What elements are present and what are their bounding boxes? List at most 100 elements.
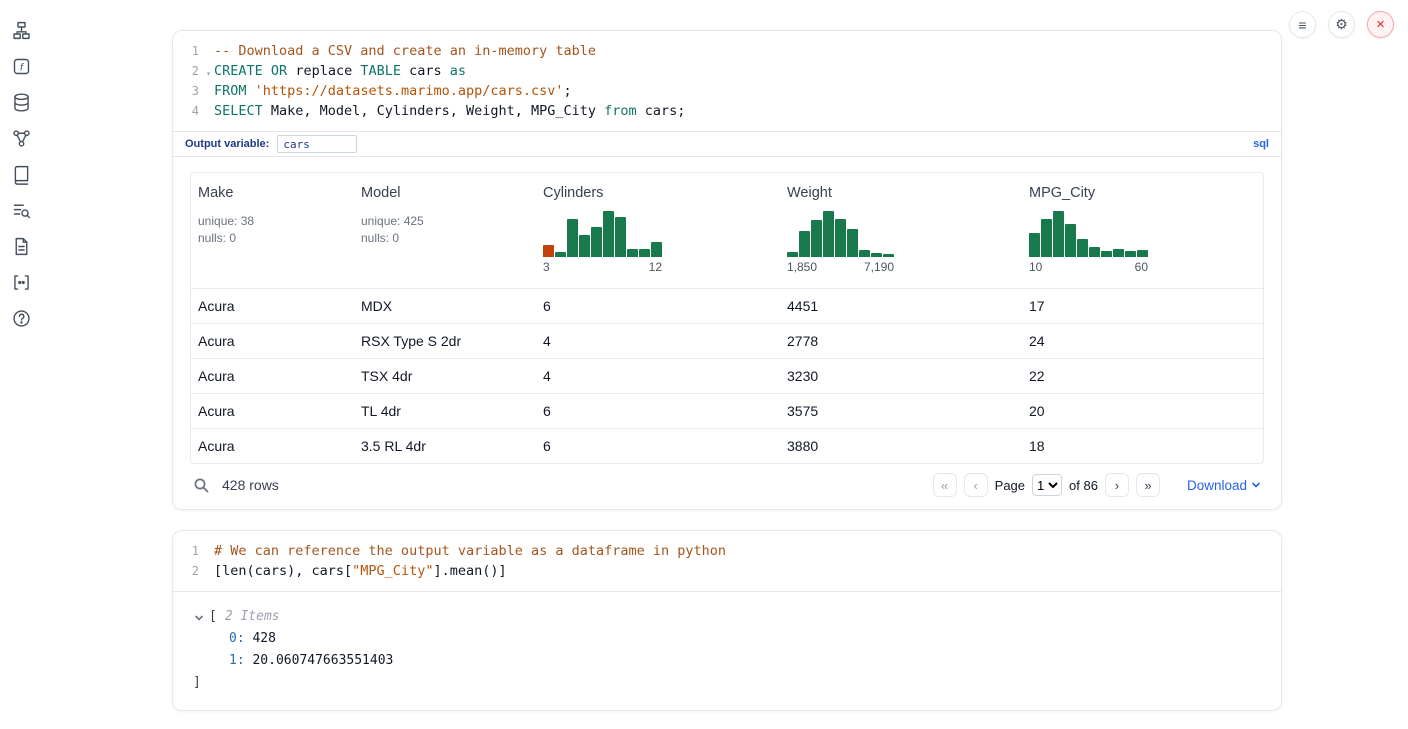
function-icon: f — [11, 56, 32, 77]
next-page-button[interactable]: › — [1105, 473, 1129, 497]
table-body: AcuraMDX6445117AcuraRSX Type S 2dr427782… — [191, 288, 1263, 463]
chevron-down-icon — [194, 613, 204, 623]
table-row[interactable]: AcuraTL 4dr6357520 — [191, 393, 1263, 428]
table-header-row: Makeunique: 38nulls: 0Modelunique: 425nu… — [191, 173, 1263, 288]
snippets-button[interactable] — [10, 272, 33, 295]
page-total: of 86 — [1069, 478, 1098, 493]
file-explorer-button[interactable] — [10, 20, 33, 43]
table-row[interactable]: Acura3.5 RL 4dr6388018 — [191, 428, 1263, 463]
table-cell: TL 4dr — [354, 394, 536, 428]
table-row[interactable]: AcuraTSX 4dr4323022 — [191, 358, 1263, 393]
documentation-button[interactable] — [10, 164, 33, 187]
result-item: 0: 428 — [193, 628, 1265, 650]
table-cell: MDX — [354, 289, 536, 323]
python-cell-output: [ 2 Items 0: 4281: 20.060747663551403 ] — [173, 591, 1281, 710]
code-line: 1-- Download a CSV and create an in-memo… — [173, 41, 1267, 61]
output-variable-input[interactable] — [277, 135, 357, 153]
code-brackets-icon — [11, 272, 32, 293]
table-footer: 428 rows « ‹ Page 1 of 86 › » Downloa — [190, 473, 1264, 497]
settings-button[interactable]: ⚙ — [1328, 11, 1355, 38]
scratchpad-button[interactable]: f — [10, 56, 33, 79]
table-cell: 17 — [1022, 289, 1263, 323]
output-variable-label: Output variable: — [185, 138, 269, 150]
datasources-button[interactable] — [10, 92, 33, 115]
table-cell: 6 — [536, 289, 780, 323]
chevron-left-icon: ‹ — [973, 478, 977, 493]
table-cell: 3.5 RL 4dr — [354, 429, 536, 463]
table-cell: 6 — [536, 429, 780, 463]
table-cell: Acura — [191, 359, 354, 393]
last-page-button[interactable]: » — [1136, 473, 1160, 497]
table-cell: Acura — [191, 289, 354, 323]
line-number: 3 — [173, 81, 199, 101]
book-icon — [11, 164, 32, 185]
result-item: 1: 20.060747663551403 — [193, 650, 1265, 672]
table-row[interactable]: AcuraRSX Type S 2dr4277824 — [191, 323, 1263, 358]
table-cell: 6 — [536, 394, 780, 428]
sql-code-editor[interactable]: 1-- Download a CSV and create an in-memo… — [173, 31, 1281, 131]
sql-cell-output: Makeunique: 38nulls: 0Modelunique: 425nu… — [173, 157, 1281, 509]
result-entries: 0: 4281: 20.060747663551403 — [193, 628, 1265, 672]
table-cell: Acura — [191, 429, 354, 463]
code-line: 4SELECT Make, Model, Cylinders, Weight, … — [173, 101, 1267, 121]
table-of-contents-button[interactable] — [10, 200, 33, 223]
code-line: 3FROM 'https://datasets.marimo.app/cars.… — [173, 81, 1267, 101]
line-number: 4 — [173, 101, 199, 121]
search-icon[interactable] — [193, 477, 210, 494]
table-cell: 22 — [1022, 359, 1263, 393]
python-code-editor[interactable]: 1# We can reference the output variable … — [173, 531, 1281, 591]
prev-page-button[interactable]: ‹ — [964, 473, 988, 497]
dependency-graph-button[interactable] — [10, 128, 33, 151]
table-cell: 3230 — [780, 359, 1022, 393]
table-row[interactable]: AcuraMDX6445117 — [191, 288, 1263, 323]
line-number: 2 — [173, 61, 199, 81]
column-histogram[interactable]: 1,8507,190 — [787, 209, 894, 274]
line-number: 1 — [173, 41, 199, 61]
menu-button[interactable]: ≡ — [1289, 11, 1316, 38]
result-close: ] — [193, 672, 1265, 694]
help-icon — [11, 308, 32, 329]
close-icon: × — [1376, 16, 1385, 33]
output-variable-bar: Output variable: sql — [173, 131, 1281, 157]
file-tree-icon — [11, 20, 32, 41]
download-label: Download — [1187, 478, 1247, 493]
column-histogram[interactable]: 1060 — [1029, 209, 1148, 274]
table-cell: 4 — [536, 324, 780, 358]
close-bracket: ] — [193, 672, 201, 694]
first-page-button[interactable]: « — [933, 473, 957, 497]
column-histogram[interactable]: 312 — [543, 209, 662, 274]
double-chevron-left-icon: « — [941, 478, 948, 493]
graph-icon — [11, 128, 32, 149]
column-header[interactable]: Weight1,8507,190 — [780, 185, 1022, 276]
logs-button[interactable] — [10, 236, 33, 259]
table-cell: 20 — [1022, 394, 1263, 428]
column-header[interactable]: Makeunique: 38nulls: 0 — [191, 185, 354, 276]
python-cell: 1# We can reference the output variable … — [172, 530, 1282, 711]
left-sidebar: f — [10, 20, 33, 331]
page-select[interactable]: 1 — [1032, 474, 1062, 496]
double-chevron-right-icon: » — [1144, 478, 1151, 493]
items-count-label: 2 Items — [225, 606, 280, 628]
column-header[interactable]: Cylinders312 — [536, 185, 780, 276]
table-cell: 2778 — [780, 324, 1022, 358]
code-line: 2[len(cars), cars["MPG_City"].mean()] — [173, 561, 1267, 581]
column-header[interactable]: MPG_City1060 — [1022, 185, 1263, 276]
page-label: Page — [995, 478, 1025, 493]
hamburger-icon: ≡ — [1298, 17, 1306, 33]
list-search-icon — [11, 200, 32, 221]
help-button[interactable] — [10, 308, 33, 331]
open-bracket: [ — [209, 606, 217, 628]
line-number: 1 — [173, 541, 199, 561]
table-cell: TSX 4dr — [354, 359, 536, 393]
code-line: 1# We can reference the output variable … — [173, 541, 1267, 561]
table-cell: 4451 — [780, 289, 1022, 323]
topbar-controls: ≡ ⚙ × — [1289, 11, 1394, 38]
table-cell: 18 — [1022, 429, 1263, 463]
download-button[interactable]: Download — [1187, 478, 1261, 493]
line-number: 2 — [173, 561, 199, 581]
document-icon — [11, 236, 32, 257]
sql-cell: 1-- Download a CSV and create an in-memo… — [172, 30, 1282, 510]
collapse-toggle[interactable] — [193, 611, 205, 623]
column-header[interactable]: Modelunique: 425nulls: 0 — [354, 185, 536, 276]
shutdown-button[interactable]: × — [1367, 11, 1394, 38]
